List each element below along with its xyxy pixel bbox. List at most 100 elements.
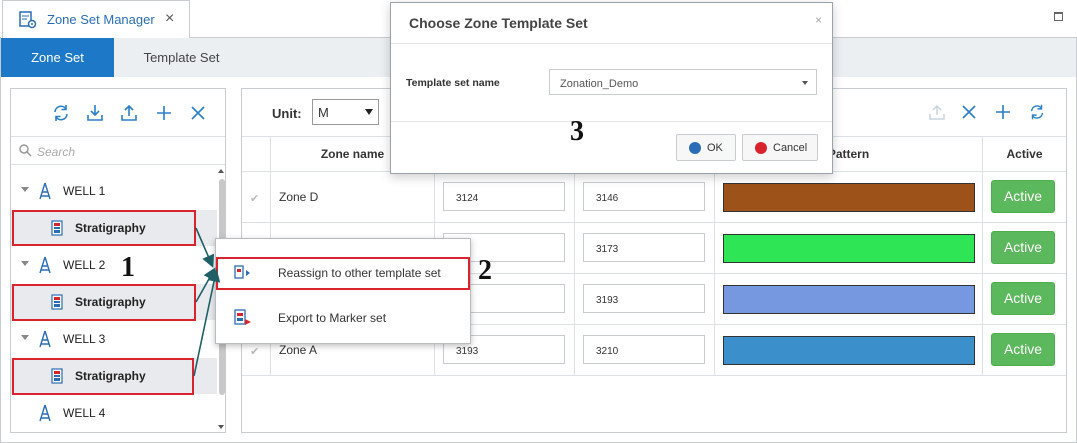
expand-caret-icon[interactable]	[21, 335, 29, 340]
delete-icon[interactable]	[188, 103, 208, 123]
delete-icon[interactable]	[960, 103, 978, 121]
active-button[interactable]: Active	[991, 231, 1055, 264]
ok-button[interactable]: OK	[676, 134, 736, 161]
active-cell: Active	[983, 172, 1066, 223]
active-button[interactable]: Active	[991, 333, 1055, 366]
step-number-1: 1	[121, 252, 135, 283]
dialog-title: Choose Zone Template Set	[409, 15, 588, 31]
template-set-name-label: Template set name	[406, 77, 500, 89]
well-label: WELL 4	[63, 406, 106, 420]
well-label: WELL 2	[63, 258, 106, 272]
tree-toolbar	[11, 89, 225, 137]
top-depth-input[interactable]: 3124	[443, 182, 565, 211]
add-icon[interactable]	[994, 103, 1012, 121]
step-number-2: 2	[478, 255, 492, 286]
pattern-cell	[715, 172, 983, 223]
search-icon	[19, 144, 32, 157]
pattern-cell	[715, 223, 983, 274]
unit-select[interactable]: M	[312, 99, 379, 125]
bottom-depth-input[interactable]: 3210	[583, 335, 705, 364]
column-header-select	[242, 137, 271, 172]
chevron-down-icon	[802, 81, 808, 85]
highlight-box-3	[12, 358, 194, 395]
tree-item-well[interactable]: WELL 4	[11, 395, 217, 431]
search-box[interactable]: Search	[11, 137, 225, 165]
scroll-down-icon[interactable]	[218, 425, 224, 429]
unit-value: M	[318, 105, 329, 120]
expand-caret-icon[interactable]	[21, 261, 29, 266]
tab-zone-set[interactable]: Zone Set	[1, 38, 114, 77]
pattern-color-swatch[interactable]	[723, 336, 975, 365]
bottom-depth-input[interactable]: 3146	[583, 182, 705, 211]
active-button[interactable]: Active	[991, 180, 1055, 213]
scroll-up-icon[interactable]	[218, 169, 224, 173]
bottom-depth-input[interactable]: 3193	[583, 284, 705, 313]
menu-item-export-marker[interactable]: Export to Marker set	[216, 301, 470, 335]
template-set-select[interactable]: Zonation_Demo	[549, 69, 817, 95]
well-derrick-icon	[39, 330, 51, 348]
search-placeholder: Search	[37, 145, 76, 159]
cancel-button[interactable]: Cancel	[742, 134, 818, 161]
bottom-depth-cell: 3173	[575, 223, 715, 274]
zone-name-cell[interactable]: Zone D	[271, 172, 435, 223]
check-icon: ✔	[250, 193, 260, 205]
table-row[interactable]: ✔ Zone D 3124 3146 Active	[242, 172, 1066, 223]
tab-template-set[interactable]: Template Set	[114, 38, 249, 77]
divider	[391, 121, 832, 122]
upload-icon[interactable]	[119, 103, 139, 123]
zone-set-manager-window: Zone Set Manager × Zone Set Template Set	[0, 0, 1077, 443]
pattern-color-swatch[interactable]	[723, 183, 975, 212]
pattern-color-swatch[interactable]	[723, 234, 975, 263]
close-tab-icon[interactable]: ×	[165, 10, 174, 28]
pattern-cell	[715, 325, 983, 376]
export-marker-icon	[234, 309, 251, 325]
download-icon[interactable]	[85, 103, 105, 123]
active-cell: Active	[983, 223, 1066, 274]
check-icon: ✔	[250, 346, 260, 358]
close-icon[interactable]: ×	[815, 13, 822, 27]
tree-item-well[interactable]: WELL 2	[11, 247, 217, 283]
bottom-depth-cell: 3210	[575, 325, 715, 376]
active-cell: Active	[983, 325, 1066, 376]
refresh-icon[interactable]	[1028, 103, 1046, 121]
divider	[391, 43, 832, 44]
step-number-3: 3	[570, 116, 584, 147]
bottom-depth-cell: 3193	[575, 274, 715, 325]
tree-item-well[interactable]: WELL 1	[11, 173, 217, 209]
unit-label: Unit:	[272, 106, 302, 121]
highlight-box-2	[12, 284, 196, 321]
highlight-box-1	[12, 210, 196, 246]
check-icon	[689, 142, 701, 154]
context-menu: Reassign to other template set Export to…	[215, 238, 471, 344]
well-label: WELL 1	[63, 184, 106, 198]
column-header-active[interactable]: Active	[983, 137, 1066, 172]
window-title: Zone Set Manager	[47, 12, 155, 27]
expand-caret-icon[interactable]	[21, 187, 29, 192]
maximize-icon[interactable]	[1054, 12, 1063, 21]
pattern-cell	[715, 274, 983, 325]
cancel-label: Cancel	[773, 142, 808, 154]
window-tab[interactable]: Zone Set Manager ×	[2, 0, 190, 38]
row-select-cell[interactable]: ✔	[242, 172, 271, 223]
choose-template-dialog: Choose Zone Template Set × Template set …	[390, 2, 833, 174]
refresh-icon[interactable]	[51, 103, 71, 123]
well-label: WELL 3	[63, 332, 106, 346]
active-button[interactable]: Active	[991, 282, 1055, 315]
template-set-value: Zonation_Demo	[560, 78, 639, 90]
menu-item-label: Export to Marker set	[278, 311, 387, 325]
zone-manager-icon	[19, 11, 37, 29]
zone-name: Zone D	[279, 190, 319, 204]
top-depth-cell: 3124	[435, 172, 575, 223]
ok-label: OK	[707, 142, 723, 154]
cancel-icon	[755, 142, 767, 154]
zone-name: Zone A	[279, 343, 318, 357]
pattern-color-swatch[interactable]	[723, 285, 975, 314]
export-icon[interactable]	[928, 103, 946, 121]
bottom-depth-cell: 3146	[575, 172, 715, 223]
active-cell: Active	[983, 274, 1066, 325]
well-derrick-icon	[39, 182, 51, 200]
well-derrick-icon	[39, 256, 51, 274]
add-icon[interactable]	[154, 103, 174, 123]
bottom-depth-input[interactable]: 3173	[583, 233, 705, 262]
tree-item-well[interactable]: WELL 3	[11, 321, 217, 357]
